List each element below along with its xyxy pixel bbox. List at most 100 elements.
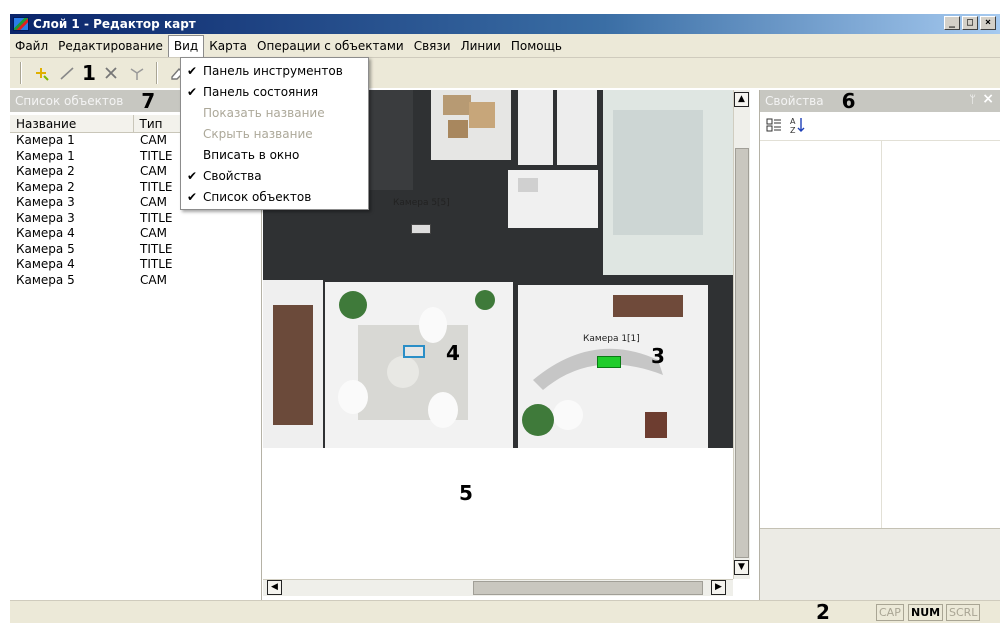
properties-toolbar: AZ [760,112,1000,140]
title-bar: Слой 1 - Редактор карт _ □ × [10,14,1000,34]
add-point-icon[interactable] [30,62,52,84]
item-name: Камера 1 [16,133,75,147]
maximize-button[interactable]: □ [962,16,978,30]
scroll-down-icon[interactable]: ▼ [734,560,749,575]
svg-text:A: A [790,117,796,126]
close-button[interactable]: × [980,16,996,30]
horizontal-scrollbar[interactable]: ◀ ▶ [263,579,733,596]
item-type: TITLE [140,241,173,256]
item-name: Камера 3 [16,195,75,209]
menu-item-fit-window[interactable]: Вписать в окно [181,145,368,166]
object-list-title: Список объектов [15,94,124,108]
scroll-left-icon[interactable]: ◀ [267,580,282,595]
vertical-scroll-thumb[interactable] [735,148,749,558]
menu-item-show-name: Показать название [181,103,368,124]
properties-header: Свойства 6 ᛘ × [760,89,1000,113]
callout-7: 7 [141,89,156,113]
column-name[interactable]: Название [10,115,134,132]
item-type: TITLE [140,257,173,271]
menu-item-label: Скрыть название [203,127,313,141]
num-indicator: NUM [908,604,944,621]
item-name: Камера 5 [16,241,75,256]
camera-1-icon[interactable] [597,356,621,368]
app-icon [13,17,29,31]
item-type: CAM [140,272,167,287]
list-item[interactable]: Камера 4 TITLE [10,257,261,273]
camera-5-label[interactable]: Камера 5[5] [393,198,450,208]
checkmark-icon: ✔ [187,85,198,99]
move-points-icon[interactable] [126,62,148,84]
scroll-right-icon[interactable]: ▶ [711,580,726,595]
item-type: TITLE [140,148,173,163]
item-type: CAM [140,164,167,178]
item-type: CAM [140,226,167,240]
checkmark-icon: ✔ [187,64,198,78]
menu-links[interactable]: Связи [409,35,456,57]
delete-icon[interactable] [100,62,122,84]
menu-item-toolbar[interactable]: ✔ Панель инструментов [181,61,368,82]
item-type: CAM [140,195,167,209]
scrl-indicator: SCRL [946,604,981,621]
menu-view[interactable]: Вид [167,34,205,57]
menu-file[interactable]: Файл [10,35,53,57]
menu-item-label: Панель состояния [203,85,319,99]
menu-item-label: Показать название [203,106,325,120]
vertical-scrollbar[interactable]: ▲ ▼ [733,90,750,579]
item-name: Камера 2 [16,179,75,194]
grid-divider [881,141,882,529]
item-type: TITLE [140,210,173,225]
menu-map[interactable]: Карта [204,35,252,57]
status-bar: 2 CAP NUM SCRL [10,600,1000,623]
property-description-area [760,528,1000,600]
item-name: Камера 4 [16,226,75,240]
properties-grid[interactable] [760,140,1000,529]
item-type: TITLE [140,179,173,194]
pin-icon[interactable]: ᛘ [969,93,976,106]
properties-panel: Свойства 6 ᛘ × AZ [759,89,1000,600]
item-name: Камера 2 [16,164,75,178]
checkmark-icon: ✔ [187,190,198,204]
horizontal-scroll-thumb[interactable] [473,581,703,595]
map-empty-area[interactable]: 5 [263,477,733,579]
list-item[interactable]: Камера 4 CAM [10,226,261,242]
item-type: CAM [140,133,167,147]
menu-item-statusbar[interactable]: ✔ Панель состояния [181,82,368,103]
cap-indicator: CAP [876,604,904,621]
draw-line-icon[interactable] [56,62,78,84]
list-item[interactable]: Камера 5 CAM [10,273,261,289]
menu-edit[interactable]: Редактирование [53,35,168,57]
callout-1: 1 [82,61,96,85]
item-name: Камера 1 [16,148,75,163]
item-name: Камера 3 [16,210,75,225]
camera-4-icon[interactable] [403,345,425,358]
item-name: Камера 4 [16,257,75,271]
view-menu-dropdown: ✔ Панель инструментов ✔ Панель состояния П… [180,57,369,210]
categorized-view-icon[interactable] [766,117,782,136]
toolbar-separator [155,62,158,84]
menu-item-object-list[interactable]: ✔ Список объектов [181,187,368,208]
camera-5-icon[interactable] [411,224,431,234]
item-name: Камера 5 [16,272,75,287]
properties-title: Свойства [765,94,824,108]
camera-1-label[interactable]: Камера 1[1] [583,334,640,344]
sort-alphabetical-icon[interactable]: AZ [790,116,806,137]
menu-object-operations[interactable]: Операции с объектами [252,35,409,57]
close-panel-icon[interactable]: × [982,91,994,107]
list-item[interactable]: Камера 3 TITLE [10,211,261,227]
menu-item-label: Панель инструментов [203,64,343,78]
menu-item-label: Вписать в окно [203,148,300,162]
list-item[interactable]: Камера 5 TITLE [10,242,261,258]
menu-item-hide-name: Скрыть название [181,124,368,145]
svg-text:Z: Z [790,126,796,134]
scroll-up-icon[interactable]: ▲ [734,92,749,107]
menu-item-properties[interactable]: ✔ Свойства [181,166,368,187]
callout-4: 4 [446,341,460,365]
menu-help[interactable]: Помощь [506,35,567,57]
callout-2: 2 [816,600,830,623]
minimize-button[interactable]: _ [944,16,960,30]
menu-item-label: Список объектов [203,190,312,204]
callout-3: 3 [651,344,665,368]
menu-lines[interactable]: Линии [456,35,506,57]
menu-item-label: Свойства [203,169,262,183]
toolbar-grip [20,62,22,84]
